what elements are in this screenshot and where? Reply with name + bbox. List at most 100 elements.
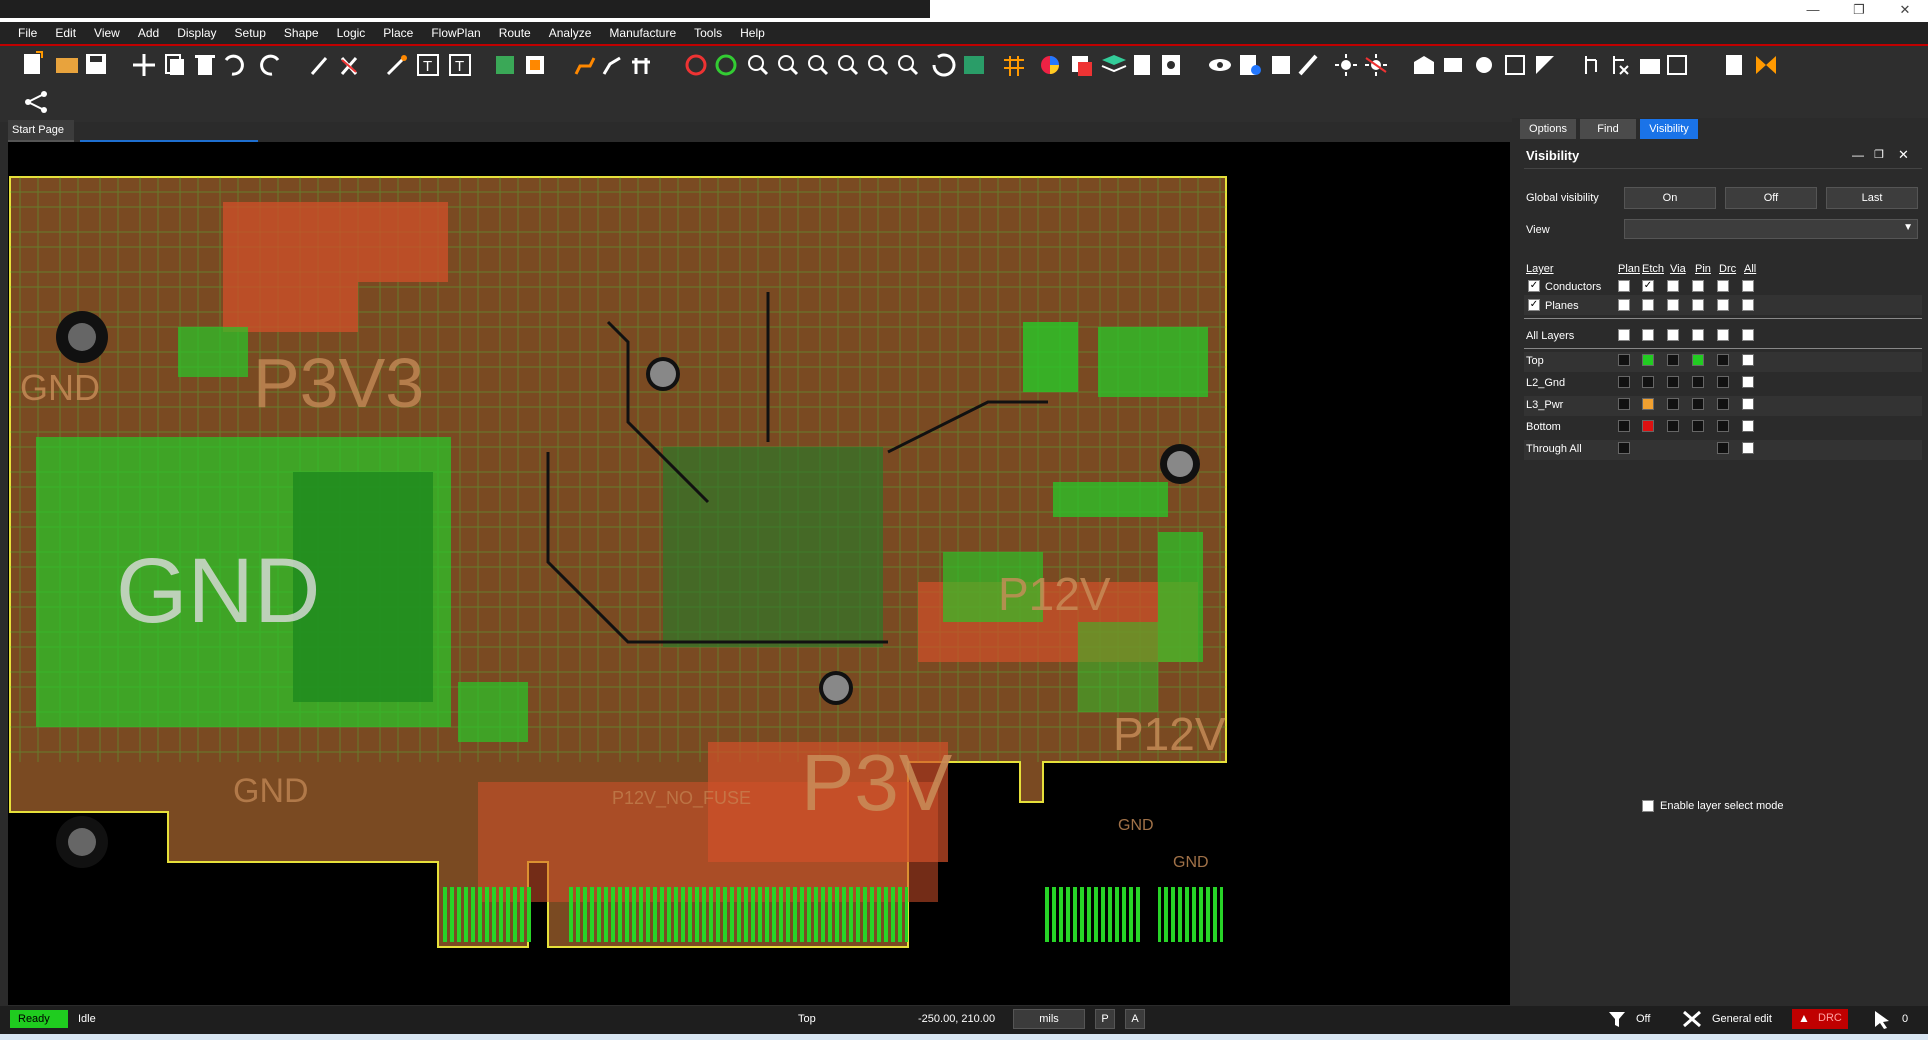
zoom-extents-icon[interactable]: [868, 55, 889, 76]
layer-all-swatch[interactable]: [1742, 442, 1754, 454]
layer-pin-swatch[interactable]: [1692, 420, 1704, 432]
menu-flowplan[interactable]: FlowPlan: [422, 22, 489, 44]
layers-panel-icon[interactable]: [1072, 56, 1092, 76]
drc-indicator[interactable]: ▲ DRC: [1792, 1009, 1848, 1029]
conductors-etch-checkbox[interactable]: ✓: [1642, 280, 1654, 292]
grid-icon[interactable]: [1004, 56, 1024, 76]
menu-tools[interactable]: Tools: [685, 22, 731, 44]
planes-all-checkbox[interactable]: [1742, 299, 1754, 311]
planes-etch-checkbox[interactable]: [1642, 299, 1654, 311]
menu-file[interactable]: File: [0, 22, 46, 44]
restore-button[interactable]: ❐: [1836, 0, 1882, 22]
units-select[interactable]: mils: [1013, 1009, 1085, 1029]
layer-pin-swatch[interactable]: [1692, 398, 1704, 410]
swap-icon[interactable]: [632, 58, 650, 74]
layer-via-swatch[interactable]: [1667, 398, 1679, 410]
p-button[interactable]: P: [1095, 1009, 1115, 1029]
all-layers-drc-checkbox[interactable]: [1717, 329, 1729, 341]
zoom-in-icon[interactable]: [808, 55, 829, 76]
planes-via-checkbox[interactable]: [1667, 299, 1679, 311]
layer-plan-swatch[interactable]: [1618, 420, 1630, 432]
all-layers-pin-checkbox[interactable]: [1692, 329, 1704, 341]
layer-drc-swatch[interactable]: [1717, 442, 1729, 454]
layer-via-swatch[interactable]: [1667, 376, 1679, 388]
layer-all-swatch[interactable]: [1742, 354, 1754, 366]
all-layers-all-checkbox[interactable]: [1742, 329, 1754, 341]
shape-icon[interactable]: [1414, 56, 1434, 74]
conductors-drc-checkbox[interactable]: [1717, 280, 1729, 292]
save-icon[interactable]: [86, 54, 106, 74]
bowtie-icon[interactable]: [1756, 56, 1776, 74]
dim-icon[interactable]: [1365, 54, 1387, 76]
all-layers-etch-checkbox[interactable]: [1642, 329, 1654, 341]
zoom-out-icon[interactable]: [748, 55, 769, 76]
layer-all-swatch[interactable]: [1742, 420, 1754, 432]
planes-pin-checkbox[interactable]: [1692, 299, 1704, 311]
menu-shape[interactable]: Shape: [275, 22, 328, 44]
minimize-panel-icon[interactable]: —: [1852, 148, 1864, 162]
undo-icon[interactable]: [224, 54, 244, 76]
layer-via-swatch[interactable]: [1667, 354, 1679, 366]
via-icon[interactable]: [1444, 58, 1462, 72]
menu-analyze[interactable]: Analyze: [540, 22, 601, 44]
refresh-icon[interactable]: [932, 53, 956, 77]
planes-checkbox[interactable]: ✓: [1528, 299, 1540, 311]
tab-find[interactable]: Find: [1580, 119, 1636, 139]
close-window-button[interactable]: ✕: [1882, 0, 1928, 22]
layer-plan-swatch[interactable]: [1618, 442, 1630, 454]
add-line-icon[interactable]: [386, 55, 407, 76]
planes-plan-checkbox[interactable]: [1618, 299, 1630, 311]
drill-icon[interactable]: [1476, 57, 1492, 73]
bookmarks-icon[interactable]: [1272, 56, 1290, 74]
layer-pin-swatch[interactable]: [1692, 354, 1704, 366]
planes-drc-checkbox[interactable]: [1717, 299, 1729, 311]
all-layers-via-checkbox[interactable]: [1667, 329, 1679, 341]
component-icon[interactable]: [496, 56, 514, 74]
r2-icon[interactable]: [1667, 55, 1687, 75]
redo-icon[interactable]: [260, 54, 280, 76]
info-icon[interactable]: [1240, 55, 1261, 75]
contrast-icon[interactable]: [1536, 56, 1554, 74]
map-icon[interactable]: [964, 56, 984, 74]
menu-add[interactable]: Add: [129, 22, 168, 44]
tab-options[interactable]: Options: [1520, 119, 1576, 139]
menu-edit[interactable]: Edit: [46, 22, 85, 44]
pcb-canvas[interactable]: GND GND P3V3 P3V P12V P12V GND GND GND P…: [8, 142, 1510, 1005]
route-icon[interactable]: [574, 57, 596, 75]
layer-via-swatch[interactable]: [1667, 420, 1679, 432]
layer-etch-swatch[interactable]: [1642, 354, 1654, 366]
close-panel-icon[interactable]: ✕: [1898, 147, 1909, 163]
settings-gear-icon[interactable]: [1162, 55, 1180, 75]
new-file-icon[interactable]: [24, 51, 43, 74]
conductors-plan-checkbox[interactable]: [1618, 280, 1630, 292]
tab-visibility[interactable]: Visibility: [1640, 119, 1698, 139]
visibility-on-button[interactable]: On: [1624, 187, 1716, 209]
visibility-eye-icon[interactable]: [1209, 59, 1231, 71]
all-layers-plan-checkbox[interactable]: [1618, 329, 1630, 341]
float-panel-icon[interactable]: ❐: [1874, 148, 1884, 161]
share-icon[interactable]: [25, 91, 47, 113]
layer-plan-swatch[interactable]: [1618, 398, 1630, 410]
green-check-icon[interactable]: [715, 54, 737, 76]
drc-icon[interactable]: [685, 54, 707, 76]
layer-all-swatch[interactable]: [1742, 398, 1754, 410]
layer-drc-swatch[interactable]: [1717, 354, 1729, 366]
enable-layer-select-checkbox[interactable]: [1642, 800, 1654, 812]
layer-drc-swatch[interactable]: [1717, 376, 1729, 388]
zoom-previous-icon[interactable]: [838, 55, 859, 76]
chip-icon[interactable]: [526, 56, 544, 74]
layer-drc-swatch[interactable]: [1717, 398, 1729, 410]
color-wheel-icon[interactable]: [1041, 56, 1059, 74]
layer-plan-swatch[interactable]: [1618, 376, 1630, 388]
tab-start-page[interactable]: Start Page: [8, 120, 74, 142]
layer-etch-swatch[interactable]: [1642, 420, 1654, 432]
move-icon[interactable]: [133, 54, 155, 76]
visibility-off-button[interactable]: Off: [1725, 187, 1817, 209]
pin-icon[interactable]: [310, 57, 328, 75]
layer-stack-icon[interactable]: [1101, 55, 1127, 73]
menu-place[interactable]: Place: [374, 22, 422, 44]
net-tool-icon[interactable]: [1585, 56, 1597, 74]
layer-pin-swatch[interactable]: [1692, 376, 1704, 388]
menu-help[interactable]: Help: [731, 22, 774, 44]
fanout-icon[interactable]: [602, 56, 621, 75]
